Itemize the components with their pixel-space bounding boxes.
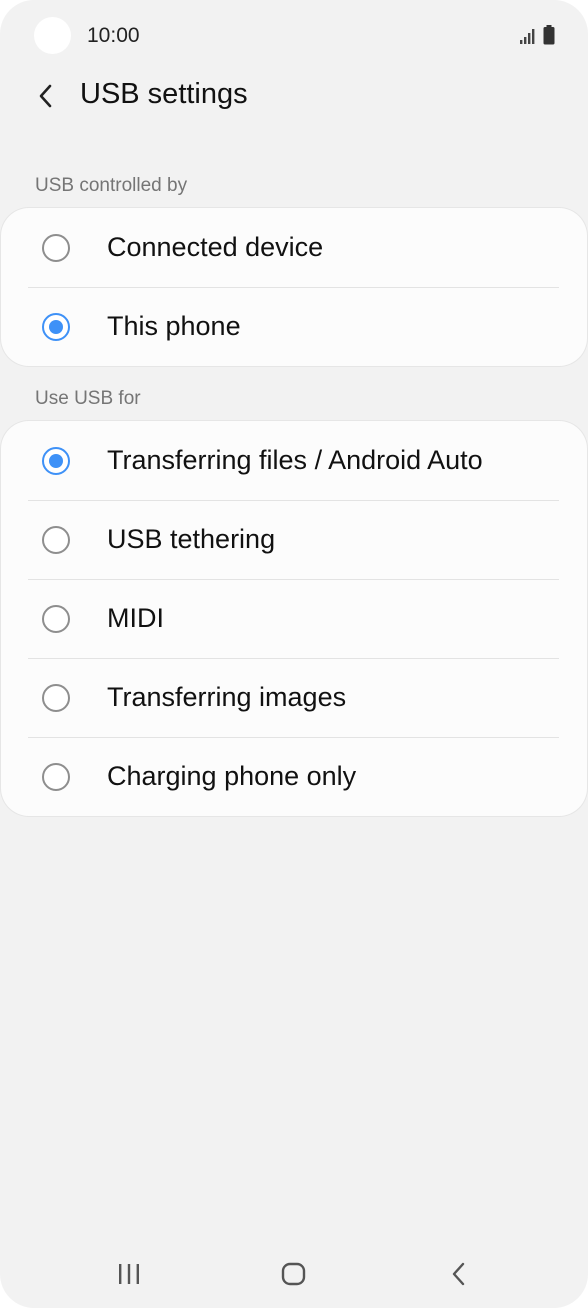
option-charging-phone-only[interactable]: Charging phone only	[1, 737, 587, 816]
section-label-usb-controlled-by: USB controlled by	[35, 175, 188, 196]
option-label: Transferring files / Android Auto	[107, 445, 483, 475]
radio-button[interactable]	[42, 525, 70, 554]
option-this-phone[interactable]: This phone	[1, 287, 587, 366]
radio-button-selected[interactable]	[42, 312, 70, 341]
radio-button[interactable]	[42, 683, 70, 712]
option-label: Charging phone only	[107, 761, 357, 791]
home-button[interactable]	[264, 1250, 324, 1298]
option-label: USB tethering	[107, 524, 276, 554]
option-label: Connected device	[107, 232, 324, 262]
usb-controlled-by-card: Connected device This phone	[1, 208, 587, 366]
radio-button-selected[interactable]	[42, 446, 70, 475]
option-transferring-images[interactable]: Transferring images	[1, 658, 587, 737]
status-bar: 10:00	[0, 0, 588, 72]
nav-back-button[interactable]	[429, 1250, 489, 1298]
front-camera-cutout	[34, 17, 71, 54]
phone-screen: 10:00 USB settings USB controlled by Con…	[0, 0, 588, 1308]
option-midi[interactable]: MIDI	[1, 579, 587, 658]
recent-apps-icon	[119, 1264, 139, 1284]
page-title: USB settings	[80, 78, 248, 110]
back-icon	[452, 1262, 465, 1286]
use-usb-for-card: Transferring files / Android Auto USB te…	[1, 421, 587, 816]
radio-button[interactable]	[42, 604, 70, 633]
option-label: This phone	[107, 311, 241, 341]
signal-icon	[520, 29, 535, 44]
section-label-use-usb-for: Use USB for	[35, 388, 141, 409]
battery-icon	[543, 25, 555, 45]
recent-apps-button[interactable]	[99, 1250, 159, 1298]
chevron-left-icon	[39, 84, 52, 108]
status-time: 10:00	[87, 24, 140, 47]
navigation-bar	[0, 1240, 588, 1308]
radio-button[interactable]	[42, 762, 70, 791]
home-icon	[281, 1262, 306, 1286]
option-label: Transferring images	[107, 682, 347, 712]
back-button[interactable]	[24, 74, 68, 118]
option-transferring-files[interactable]: Transferring files / Android Auto	[1, 421, 587, 500]
option-connected-device[interactable]: Connected device	[1, 208, 587, 287]
radio-button[interactable]	[42, 233, 70, 262]
option-label: MIDI	[107, 603, 164, 633]
option-usb-tethering[interactable]: USB tethering	[1, 500, 587, 579]
